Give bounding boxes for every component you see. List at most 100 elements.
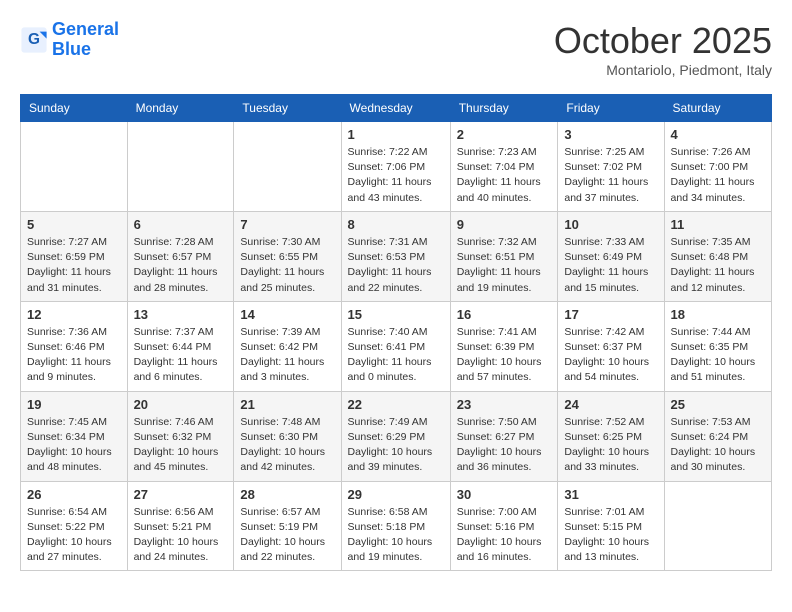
day-cell: 22 Sunrise: 7:49 AM Sunset: 6:29 PM Dayli…: [341, 391, 450, 481]
day-info: Sunrise: 7:40 AM Sunset: 6:41 PM Dayligh…: [348, 325, 444, 386]
day-cell: 28Sunrise: 6:57 AM Sunset: 5:19 PM Dayli…: [234, 481, 341, 571]
day-cell: 24Sunrise: 7:52 AM Sunset: 6:25 PM Dayli…: [558, 391, 664, 481]
day-number: 20: [134, 397, 228, 412]
day-info: Sunrise: 7:42 AM Sunset: 6:37 PM Dayligh…: [564, 325, 657, 386]
day-number: 9: [457, 217, 552, 232]
day-cell: 7Sunrise: 7:30 AM Sunset: 6:55 PM Daylig…: [234, 211, 341, 301]
day-number: 14: [240, 307, 334, 322]
day-cell: 11 Sunrise: 7:35 AM Sunset: 6:48 PM Dayli…: [664, 211, 771, 301]
day-number: 23: [457, 397, 552, 412]
day-cell: 6 Sunrise: 7:28 AM Sunset: 6:57 PM Daylig…: [127, 211, 234, 301]
day-cell: 9Sunrise: 7:32 AM Sunset: 6:51 PM Daylig…: [450, 211, 558, 301]
day-info: Sunrise: 7:44 AM Sunset: 6:35 PM Dayligh…: [671, 325, 765, 386]
day-cell: [664, 481, 771, 571]
day-info: Sunrise: 7:53 AM Sunset: 6:24 PM Dayligh…: [671, 415, 765, 476]
day-info: Sunrise: 6:54 AM Sunset: 5:22 PM Dayligh…: [27, 505, 121, 566]
day-number: 19: [27, 397, 121, 412]
page-header: G General Blue October 2025 Montariolo, …: [20, 20, 772, 78]
day-number: 26: [27, 487, 121, 502]
week-row-2: 5Sunrise: 7:27 AM Sunset: 6:59 PM Daylig…: [21, 211, 772, 301]
day-cell: 29 Sunrise: 6:58 AM Sunset: 5:18 PM Dayli…: [341, 481, 450, 571]
day-info: Sunrise: 7:31 AM Sunset: 6:53 PM Dayligh…: [348, 235, 444, 296]
day-cell: 5Sunrise: 7:27 AM Sunset: 6:59 PM Daylig…: [21, 211, 128, 301]
day-number: 18: [671, 307, 765, 322]
day-info: Sunrise: 7:49 AM Sunset: 6:29 PM Dayligh…: [348, 415, 444, 476]
week-row-5: 26 Sunrise: 6:54 AM Sunset: 5:22 PM Dayli…: [21, 481, 772, 571]
day-info: Sunrise: 7:23 AM Sunset: 7:04 PM Dayligh…: [457, 145, 552, 206]
day-cell: 4 Sunrise: 7:26 AM Sunset: 7:00 PM Daylig…: [664, 122, 771, 212]
day-cell: 26 Sunrise: 6:54 AM Sunset: 5:22 PM Dayli…: [21, 481, 128, 571]
day-cell: 10 Sunrise: 7:33 AM Sunset: 6:49 PM Dayli…: [558, 211, 664, 301]
days-header-row: SundayMondayTuesdayWednesdayThursdayFrid…: [21, 95, 772, 122]
day-cell: 3 Sunrise: 7:25 AM Sunset: 7:02 PM Daylig…: [558, 122, 664, 212]
day-info: Sunrise: 7:39 AM Sunset: 6:42 PM Dayligh…: [240, 325, 334, 386]
day-cell: 19Sunrise: 7:45 AM Sunset: 6:34 PM Dayli…: [21, 391, 128, 481]
day-number: 5: [27, 217, 121, 232]
day-number: 4: [671, 127, 765, 142]
day-cell: 16 Sunrise: 7:41 AM Sunset: 6:39 PM Dayli…: [450, 301, 558, 391]
day-info: Sunrise: 7:33 AM Sunset: 6:49 PM Dayligh…: [564, 235, 657, 296]
day-number: 10: [564, 217, 657, 232]
day-cell: 2 Sunrise: 7:23 AM Sunset: 7:04 PM Daylig…: [450, 122, 558, 212]
day-cell: 31Sunrise: 7:01 AM Sunset: 5:15 PM Dayli…: [558, 481, 664, 571]
day-number: 17: [564, 307, 657, 322]
day-cell: 8 Sunrise: 7:31 AM Sunset: 6:53 PM Daylig…: [341, 211, 450, 301]
day-info: Sunrise: 7:46 AM Sunset: 6:32 PM Dayligh…: [134, 415, 228, 476]
day-number: 15: [348, 307, 444, 322]
day-cell: 23Sunrise: 7:50 AM Sunset: 6:27 PM Dayli…: [450, 391, 558, 481]
day-number: 22: [348, 397, 444, 412]
location-subtitle: Montariolo, Piedmont, Italy: [554, 62, 772, 78]
day-cell: [234, 122, 341, 212]
calendar-table: SundayMondayTuesdayWednesdayThursdayFrid…: [20, 94, 772, 571]
logo: G General Blue: [20, 20, 119, 60]
day-number: 3: [564, 127, 657, 142]
day-number: 13: [134, 307, 228, 322]
day-info: Sunrise: 7:26 AM Sunset: 7:00 PM Dayligh…: [671, 145, 765, 206]
day-cell: 13Sunrise: 7:37 AM Sunset: 6:44 PM Dayli…: [127, 301, 234, 391]
day-number: 8: [348, 217, 444, 232]
day-info: Sunrise: 6:58 AM Sunset: 5:18 PM Dayligh…: [348, 505, 444, 566]
day-info: Sunrise: 6:56 AM Sunset: 5:21 PM Dayligh…: [134, 505, 228, 566]
day-number: 25: [671, 397, 765, 412]
day-number: 12: [27, 307, 121, 322]
day-number: 2: [457, 127, 552, 142]
day-cell: 15 Sunrise: 7:40 AM Sunset: 6:41 PM Dayli…: [341, 301, 450, 391]
day-number: 31: [564, 487, 657, 502]
day-header-thursday: Thursday: [450, 95, 558, 122]
day-number: 29: [348, 487, 444, 502]
day-info: Sunrise: 7:30 AM Sunset: 6:55 PM Dayligh…: [240, 235, 334, 296]
svg-text:G: G: [28, 31, 40, 48]
day-cell: 1Sunrise: 7:22 AM Sunset: 7:06 PM Daylig…: [341, 122, 450, 212]
day-number: 21: [240, 397, 334, 412]
day-number: 28: [240, 487, 334, 502]
day-header-saturday: Saturday: [664, 95, 771, 122]
week-row-3: 12 Sunrise: 7:36 AM Sunset: 6:46 PM Dayli…: [21, 301, 772, 391]
day-cell: 27 Sunrise: 6:56 AM Sunset: 5:21 PM Dayli…: [127, 481, 234, 571]
day-cell: 21 Sunrise: 7:48 AM Sunset: 6:30 PM Dayli…: [234, 391, 341, 481]
day-number: 16: [457, 307, 552, 322]
day-number: 30: [457, 487, 552, 502]
logo-line2: Blue: [52, 40, 119, 60]
day-cell: 14 Sunrise: 7:39 AM Sunset: 6:42 PM Dayli…: [234, 301, 341, 391]
day-info: Sunrise: 7:52 AM Sunset: 6:25 PM Dayligh…: [564, 415, 657, 476]
day-info: Sunrise: 7:28 AM Sunset: 6:57 PM Dayligh…: [134, 235, 228, 296]
day-info: Sunrise: 7:36 AM Sunset: 6:46 PM Dayligh…: [27, 325, 121, 386]
day-cell: [21, 122, 128, 212]
day-cell: 30 Sunrise: 7:00 AM Sunset: 5:16 PM Dayli…: [450, 481, 558, 571]
month-title: October 2025: [554, 20, 772, 62]
day-cell: 12 Sunrise: 7:36 AM Sunset: 6:46 PM Dayli…: [21, 301, 128, 391]
day-info: Sunrise: 7:25 AM Sunset: 7:02 PM Dayligh…: [564, 145, 657, 206]
day-number: 11: [671, 217, 765, 232]
logo-icon: G: [20, 26, 48, 54]
week-row-1: 1Sunrise: 7:22 AM Sunset: 7:06 PM Daylig…: [21, 122, 772, 212]
day-info: Sunrise: 7:00 AM Sunset: 5:16 PM Dayligh…: [457, 505, 552, 566]
day-number: 27: [134, 487, 228, 502]
day-number: 6: [134, 217, 228, 232]
day-header-tuesday: Tuesday: [234, 95, 341, 122]
day-cell: 18 Sunrise: 7:44 AM Sunset: 6:35 PM Dayli…: [664, 301, 771, 391]
day-info: Sunrise: 7:48 AM Sunset: 6:30 PM Dayligh…: [240, 415, 334, 476]
day-cell: 17 Sunrise: 7:42 AM Sunset: 6:37 PM Dayli…: [558, 301, 664, 391]
day-cell: 20 Sunrise: 7:46 AM Sunset: 6:32 PM Dayli…: [127, 391, 234, 481]
day-info: Sunrise: 7:41 AM Sunset: 6:39 PM Dayligh…: [457, 325, 552, 386]
day-info: Sunrise: 7:35 AM Sunset: 6:48 PM Dayligh…: [671, 235, 765, 296]
